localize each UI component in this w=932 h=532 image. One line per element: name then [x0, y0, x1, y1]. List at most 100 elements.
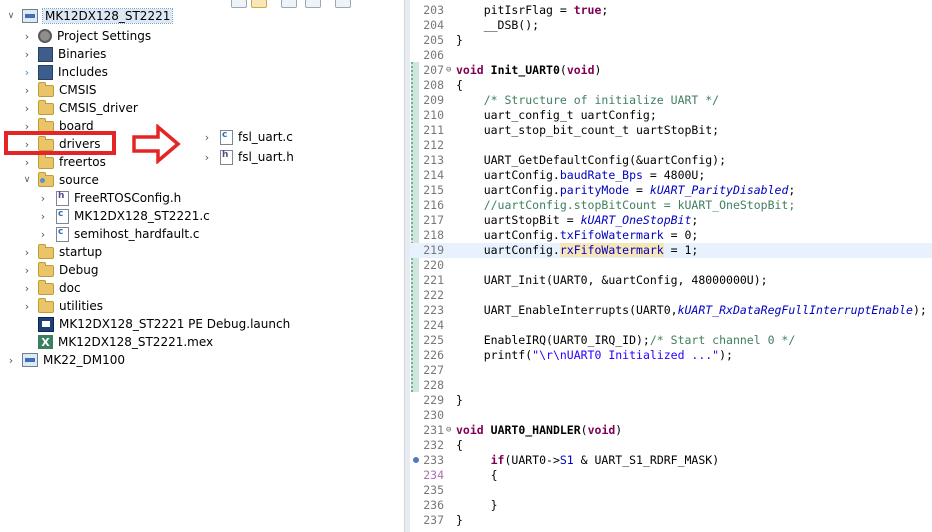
code-line[interactable]: 237} [410, 513, 932, 528]
chevron-right-icon[interactable]: › [38, 228, 48, 241]
chevron-down-icon[interactable]: ∨ [6, 11, 16, 21]
code-text: { [456, 468, 498, 482]
chevron-right-icon[interactable]: › [22, 282, 32, 295]
folder-icon [38, 298, 54, 313]
chevron-right-icon[interactable]: › [202, 151, 212, 164]
code-line[interactable]: 218 uartConfig.txFifoWatermark = 0; [410, 228, 932, 243]
code-line[interactable]: 203 pitIsrFlag = true; [410, 3, 932, 18]
line-number: 210 [423, 108, 444, 122]
filter-button[interactable] [281, 0, 297, 8]
tree-item-debug[interactable]: › Debug [22, 261, 98, 279]
code-line[interactable]: 233 if(UART0->S1 & UART_S1_RDRF_MASK) [410, 453, 932, 468]
line-number: 231 [423, 423, 444, 437]
c-file-icon: c [56, 208, 69, 224]
code-line[interactable]: 214 uartConfig.baudRate_Bps = 4800U; [410, 168, 932, 183]
chevron-right-icon[interactable]: › [22, 66, 32, 79]
code-editor[interactable]: 203 pitIsrFlag = true; 204 __DSB(); 205} 20… [410, 0, 932, 532]
tree-item-startup[interactable]: › startup [22, 243, 102, 261]
chevron-right-icon[interactable]: › [38, 210, 48, 223]
code-line[interactable]: 208 { [410, 78, 932, 93]
tree-item-binaries[interactable]: › Binaries [22, 45, 106, 63]
code-line[interactable]: 230 [410, 408, 932, 423]
code-line[interactable]: 204 __DSB(); [410, 18, 932, 33]
code-line[interactable]: 226 printf("\r\nUART0 Initialized ..."); [410, 348, 932, 363]
code-line[interactable]: 234 { [410, 468, 932, 483]
code-line[interactable]: 210 uart_config_t uartConfig; [410, 108, 932, 123]
fold-toggle-icon[interactable]: ⊖ [446, 423, 451, 438]
chevron-right-icon[interactable]: › [22, 84, 32, 97]
line-number: 216 [423, 198, 444, 212]
chevron-right-icon[interactable]: › [22, 102, 32, 115]
code-line[interactable]: 205} [410, 33, 932, 48]
collapse-all-button[interactable] [231, 0, 247, 8]
popup-file-fsl-uart-h[interactable]: › h fsl_uart.h [202, 148, 294, 166]
code-text: uart_config_t uartConfig; [456, 108, 657, 122]
code-line[interactable]: 223 UART_EnableInterrupts(UART0,kUART_Rx… [410, 303, 932, 318]
code-line[interactable]: 236 } [410, 498, 932, 513]
code-line[interactable]: 211 uart_stop_bit_count_t uartStopBit; [410, 123, 932, 138]
minimize-button[interactable] [335, 0, 351, 8]
tree-item-cmsis-driver[interactable]: › CMSIS_driver [22, 99, 138, 117]
tree-item-mk12dx128-st2221-c[interactable]: › c MK12DX128_ST2221.c [38, 207, 210, 225]
line-number: 203 [423, 3, 444, 17]
code-text: { [456, 78, 463, 92]
code-line[interactable]: 216 //uartConfig.stopBitCount = kUART_On… [410, 198, 932, 213]
code-line[interactable]: 206 [410, 48, 932, 63]
tree-item-cmsis[interactable]: › CMSIS [22, 81, 97, 99]
code-line[interactable]: 207 ⊖ void Init_UART0(void) [410, 63, 932, 78]
code-line[interactable]: 232 { [410, 438, 932, 453]
view-menu-button[interactable] [305, 0, 321, 8]
tree-item-project-settings[interactable]: › Project Settings [22, 27, 151, 45]
chevron-down-icon[interactable]: ∨ [22, 175, 32, 185]
tree-item-source[interactable]: ∨ source [22, 171, 99, 189]
code-line[interactable]: 222 [410, 288, 932, 303]
tree-item-utilities[interactable]: › utilities [22, 297, 103, 315]
fold-toggle-icon[interactable]: ⊖ [446, 63, 451, 78]
tree-item-mk12dx128-st2221-mex[interactable]: X MK12DX128_ST2221.mex [22, 333, 213, 351]
tree-item-mk22-dm100[interactable]: › MK22_DM100 [6, 351, 125, 369]
code-line[interactable]: 231 ⊖ void UART0_HANDLER(void) [410, 423, 932, 438]
code-line[interactable]: 221 UART_Init(UART0, &uartConfig, 480000… [410, 273, 932, 288]
code-line[interactable]: 209 /* Structure of initialize UART */ [410, 93, 932, 108]
link-with-editor-button[interactable] [251, 0, 267, 8]
line-number: 208 [423, 78, 444, 92]
code-line[interactable]: 235 [410, 483, 932, 498]
line-number: 219 [423, 243, 444, 257]
chevron-right-icon[interactable]: › [22, 48, 32, 61]
code-line[interactable]: 212 [410, 138, 932, 153]
chevron-right-icon[interactable]: › [6, 354, 16, 367]
chevron-right-icon[interactable]: › [22, 120, 32, 133]
tree-item-doc[interactable]: › doc [22, 279, 81, 297]
code-text: uartStopBit = kUART_OneStopBit; [456, 213, 699, 227]
file-type-letter: c [58, 226, 64, 237]
drivers-files-popup: › c fsl_uart.c › h fsl_uart.h [200, 116, 318, 170]
line-number: 230 [423, 408, 444, 422]
code-line[interactable]: 225 EnableIRQ(UART0_IRQ_ID);/* Start cha… [410, 333, 932, 348]
chevron-right-icon[interactable]: › [202, 131, 212, 144]
code-line[interactable]: 217 uartStopBit = kUART_OneStopBit; [410, 213, 932, 228]
header-file-icon: h [56, 190, 69, 206]
tree-item-semihost-hardfault-c[interactable]: › c semihost_hardfault.c [38, 225, 200, 243]
chevron-right-icon[interactable]: › [22, 264, 32, 277]
chevron-right-icon[interactable]: › [22, 156, 32, 169]
code-line[interactable]: 213 UART_GetDefaultConfig(&uartConfig); [410, 153, 932, 168]
code-line[interactable]: 215 uartConfig.parityMode = kUART_Parity… [410, 183, 932, 198]
tree-item-mk12dx128-st2221-pe-debug-launch[interactable]: MK12DX128_ST2221 PE Debug.launch [22, 315, 290, 333]
code-line[interactable]: 219 uartConfig.rxFifoWatermark = 1; [410, 243, 932, 258]
tree-item-mk12dx128-st2221[interactable]: ∨ MK12DX128_ST2221 [6, 7, 174, 25]
code-line[interactable]: 220 [410, 258, 932, 273]
chevron-right-icon[interactable]: › [38, 192, 48, 205]
tree-item-label: MK12DX128_ST2221 PE Debug.launch [59, 317, 291, 331]
popup-file-fsl-uart-c[interactable]: › c fsl_uart.c [202, 128, 293, 146]
code-line[interactable]: 227 [410, 363, 932, 378]
tree-item-freertosconfig-h[interactable]: › h FreeRTOSConfig.h [38, 189, 181, 207]
chevron-right-icon[interactable]: › [22, 300, 32, 313]
tree-item-freertos[interactable]: › freertos [22, 153, 106, 171]
chevron-right-icon[interactable]: › [22, 246, 32, 259]
tree-item-includes[interactable]: › Includes [22, 63, 108, 81]
code-line[interactable]: 228 [410, 378, 932, 393]
code-line[interactable]: 224 [410, 318, 932, 333]
code-line[interactable]: 229} [410, 393, 932, 408]
line-number: 227 [423, 363, 444, 377]
chevron-right-icon[interactable]: › [22, 30, 32, 43]
